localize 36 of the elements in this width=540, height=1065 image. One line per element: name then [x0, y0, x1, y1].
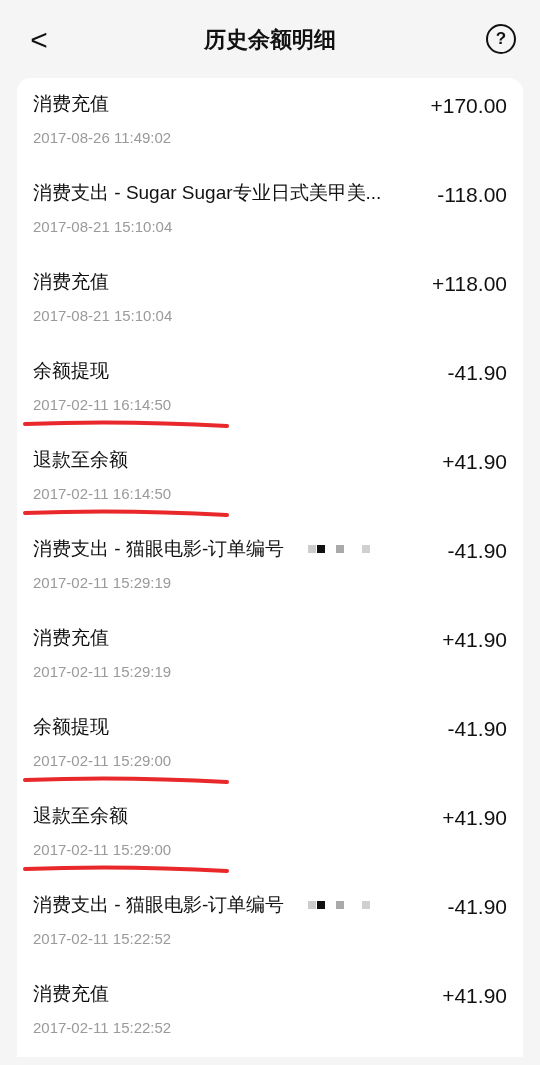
- record-title: 消费充值: [33, 270, 109, 294]
- record-time: 2017-02-11 15:22:52: [33, 928, 173, 949]
- record-title: 退款至余额: [33, 448, 128, 472]
- record-amount: +41.90: [442, 983, 507, 1009]
- record-time: 2017-02-11 16:14:50: [33, 483, 173, 504]
- record-time: 2017-02-11 15:29:00: [33, 750, 173, 771]
- record-time: 2017-02-11 15:29:19: [33, 661, 172, 682]
- record-amount: +41.90: [442, 449, 507, 475]
- record-time: 2017-02-11 16:14:50: [33, 394, 173, 415]
- record-title: 消费充值: [33, 982, 109, 1006]
- record-title: 退款至余额: [33, 804, 128, 828]
- record-amount: -41.90: [447, 894, 507, 920]
- record-time: 2017-08-21 15:10:04: [33, 305, 173, 326]
- record-time: 2017-02-11 15:29:19: [33, 572, 173, 593]
- record-time: 2017-02-11 15:29:00: [33, 839, 173, 860]
- record-amount: -41.90: [447, 716, 507, 742]
- record-title: 消费充值: [33, 626, 109, 650]
- record-title: 余额提现: [33, 359, 109, 383]
- back-button[interactable]: <: [24, 16, 54, 62]
- page-title: 历史余额明细: [204, 25, 336, 54]
- help-button[interactable]: ?: [486, 24, 516, 54]
- record-title: 消费支出 - 猫眼电影-订单编号: [33, 537, 285, 561]
- record-amount: -118.00: [437, 182, 507, 208]
- record-amount: -41.90: [447, 538, 507, 564]
- record-title: 消费支出 - Sugar Sugar专业日式美甲美...: [33, 181, 382, 205]
- record-title: 消费支出 - 猫眼电影-订单编号: [33, 893, 285, 917]
- record-amount: +41.90: [442, 627, 507, 653]
- record-title: 余额提现: [33, 715, 109, 739]
- record-time: 2017-08-21 15:10:04: [33, 216, 174, 237]
- record-amount: +170.00: [430, 93, 507, 119]
- record-time: 2017-02-11 15:22:52: [33, 1017, 172, 1038]
- record-time: 2017-08-26 11:49:02: [33, 127, 172, 148]
- record-amount: +118.00: [432, 271, 507, 297]
- record-amount: +41.90: [442, 805, 507, 831]
- record-amount: -41.90: [447, 360, 507, 386]
- record-title: 消费充值: [33, 92, 109, 116]
